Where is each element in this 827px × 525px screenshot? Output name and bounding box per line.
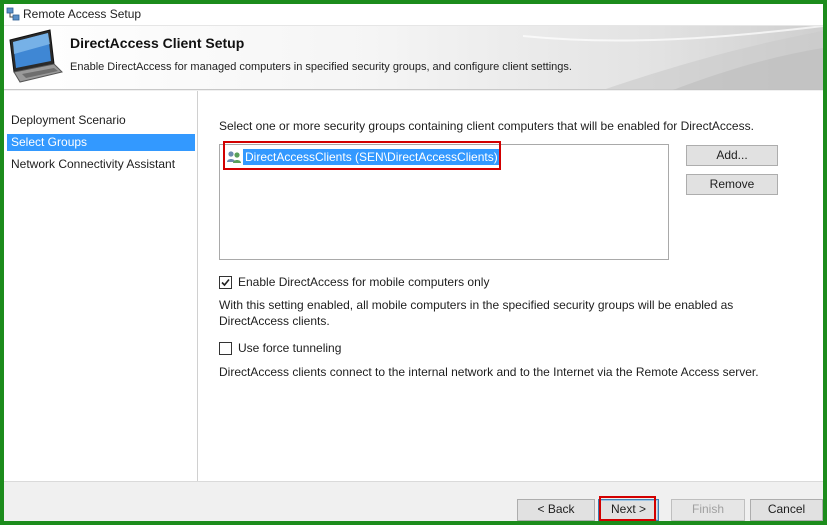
- nav-item-select-groups[interactable]: Select Groups: [7, 134, 195, 151]
- page-subtitle: Enable DirectAccess for managed computer…: [70, 61, 572, 73]
- title-bar: Remote Access Setup: [4, 4, 823, 26]
- mobile-only-option[interactable]: Enable DirectAccess for mobile computers…: [219, 275, 489, 289]
- laptop-icon: [9, 29, 63, 83]
- mobile-only-label: Enable DirectAccess for mobile computers…: [238, 275, 490, 289]
- add-group-button[interactable]: Add...: [686, 145, 778, 166]
- mobile-desc-line-1: With this setting enabled, all mobile co…: [219, 298, 734, 312]
- network-setup-icon: [6, 7, 20, 21]
- list-item[interactable]: DirectAccessClients (SEN\DirectAccessCli…: [226, 149, 500, 165]
- checkmark-icon: [221, 278, 230, 286]
- setup-window: Remote Access Setup DirectAccess Client …: [4, 4, 823, 521]
- security-groups-list[interactable]: DirectAccessClients (SEN\DirectAccessCli…: [219, 144, 669, 260]
- mobile-only-checkbox[interactable]: [219, 275, 232, 289]
- wizard-header: DirectAccess Client Setup Enable DirectA…: [4, 26, 823, 90]
- window-title: Remote Access Setup: [23, 7, 142, 21]
- nav-item-deployment-scenario[interactable]: Deployment Scenario: [7, 112, 195, 129]
- next-button[interactable]: Next >: [598, 499, 659, 521]
- group-label: DirectAccessClients (SEN\DirectAccessCli…: [243, 149, 500, 165]
- cancel-button[interactable]: Cancel: [750, 499, 823, 521]
- page-title: DirectAccess Client Setup: [70, 35, 245, 51]
- user-group-icon: [227, 151, 241, 163]
- force-tunneling-description: DirectAccess clients connect to the inte…: [219, 365, 759, 379]
- force-tunneling-label: Use force tunneling: [238, 341, 342, 355]
- back-button[interactable]: < Back: [517, 499, 595, 521]
- remove-group-button[interactable]: Remove: [686, 174, 778, 195]
- nav-item-network-connectivity-assistant[interactable]: Network Connectivity Assistant: [7, 156, 195, 173]
- footer-divider: [4, 481, 823, 482]
- mobile-only-description: With this setting enabled, all mobile co…: [219, 297, 779, 329]
- mobile-desc-line-2: DirectAccess clients.: [219, 314, 330, 328]
- force-tunneling-option[interactable]: Use force tunneling: [219, 341, 341, 355]
- header-swoosh-decoration: [523, 26, 823, 90]
- force-tunneling-checkbox[interactable]: [219, 341, 232, 355]
- finish-button[interactable]: Finish: [671, 499, 745, 521]
- instruction-text: Select one or more security groups conta…: [219, 119, 754, 133]
- main-content: Select one or more security groups conta…: [198, 91, 823, 481]
- wizard-steps-nav: Deployment Scenario Select Groups Networ…: [4, 91, 198, 481]
